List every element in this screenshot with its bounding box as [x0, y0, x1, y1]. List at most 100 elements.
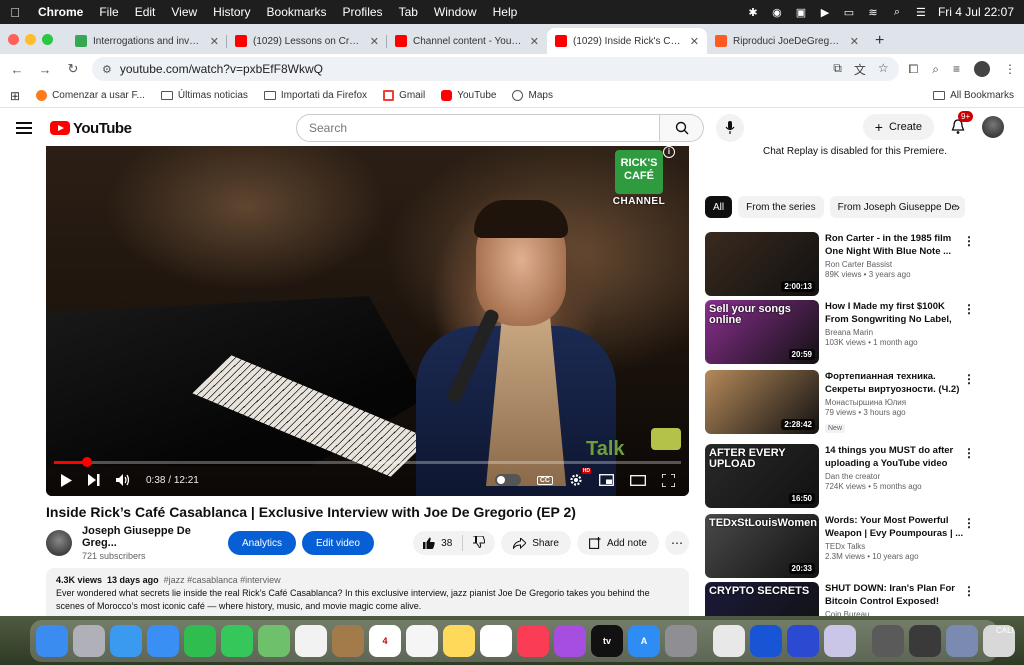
- related-video-channel[interactable]: Breana Marin: [825, 328, 969, 337]
- dock-reminders-icon[interactable]: [406, 625, 438, 657]
- scrubber-handle[interactable]: [81, 457, 92, 467]
- menu-tab[interactable]: Tab: [391, 5, 426, 19]
- tab-close-icon[interactable]: ✕: [210, 35, 219, 48]
- bookmark-item[interactable]: YouTube: [441, 90, 496, 101]
- dock-finder-icon[interactable]: [36, 625, 68, 657]
- bookmark-item[interactable]: Maps: [512, 90, 553, 101]
- dock-music-icon[interactable]: [517, 625, 549, 657]
- more-options-icon[interactable]: ⋮: [963, 302, 975, 316]
- video-player[interactable]: RICK'S CAFÉ CHANNEL i Talk 0:38 / 12:21: [46, 146, 689, 496]
- theater-button[interactable]: [630, 474, 646, 486]
- play-button[interactable]: [60, 473, 72, 487]
- address-url[interactable]: youtube.com/watch?v=pxbEfF8WkwQ: [120, 62, 825, 76]
- dock-window-2-icon[interactable]: [909, 625, 941, 657]
- related-video-title[interactable]: SHUT DOWN: Iran's Plan For Bitcoin Contr…: [825, 582, 969, 608]
- related-video-title[interactable]: Ron Carter - in the 1985 film One Night …: [825, 232, 969, 258]
- create-button[interactable]: + Create: [862, 114, 934, 140]
- browser-tab[interactable]: Interrogations and investigati ✕: [67, 28, 227, 54]
- more-options-icon[interactable]: ⋮: [963, 446, 975, 460]
- related-video-channel[interactable]: Ron Carter Bassist: [825, 260, 969, 269]
- channel-watermark[interactable]: RICK'S CAFÉ CHANNEL: [604, 150, 674, 210]
- media-icon[interactable]: ≡: [953, 62, 960, 76]
- browser-tab[interactable]: Riproduci JoeDeGregorioMus ✕: [707, 28, 867, 54]
- dock-app-store-icon[interactable]: A: [628, 625, 660, 657]
- more-options-icon[interactable]: ⋮: [963, 516, 975, 530]
- edit-video-button[interactable]: Edit video: [302, 531, 374, 555]
- chips-next-icon[interactable]: ›: [956, 200, 960, 214]
- control-center-icon[interactable]: ☰: [914, 5, 928, 19]
- youtube-logo[interactable]: YouTube: [50, 120, 132, 137]
- forward-icon[interactable]: →: [36, 62, 54, 77]
- profile-avatar[interactable]: [974, 61, 990, 77]
- bookmark-folder[interactable]: Últimas noticias: [160, 90, 248, 101]
- menu-file[interactable]: File: [91, 5, 126, 19]
- search-input[interactable]: Search: [296, 114, 660, 142]
- related-video-thumbnail[interactable]: TEDxStLouisWomen 20:33: [705, 514, 819, 578]
- related-video-title[interactable]: Words: Your Most Powerful Weapon | Evy P…: [825, 514, 969, 540]
- browser-tab[interactable]: (1029) Lessons on Creativity ✕: [227, 28, 387, 54]
- dock-mail-icon[interactable]: [147, 625, 179, 657]
- info-icon[interactable]: i: [663, 146, 675, 158]
- dock-calendar-icon[interactable]: 4: [369, 625, 401, 657]
- dislike-button[interactable]: [463, 535, 495, 551]
- play-circle-icon[interactable]: ▶: [818, 5, 832, 19]
- related-video-item[interactable]: TEDxStLouisWomen 20:33 Words: Your Most Po…: [705, 514, 1005, 578]
- translate-icon[interactable]: 文: [854, 61, 866, 78]
- channel-avatar[interactable]: [46, 530, 72, 556]
- settings-button[interactable]: HD: [569, 468, 591, 487]
- dock-window-3-icon[interactable]: [946, 625, 978, 657]
- dock-chrome-icon[interactable]: [713, 625, 745, 657]
- more-options-icon[interactable]: ⋮: [963, 372, 975, 386]
- volume-button[interactable]: [116, 474, 130, 486]
- dock-notes-icon[interactable]: [443, 625, 475, 657]
- dock-notes-brown-icon[interactable]: [332, 625, 364, 657]
- dock-app-blue-icon[interactable]: [750, 625, 782, 657]
- related-video-channel[interactable]: Dan the creator: [825, 472, 969, 481]
- bookmark-item[interactable]: Gmail: [383, 90, 425, 101]
- related-video-channel[interactable]: Монастыршина Юлия: [825, 398, 969, 407]
- guide-menu-icon[interactable]: [16, 122, 32, 134]
- menu-view[interactable]: View: [163, 5, 205, 19]
- record-icon[interactable]: ◉: [770, 5, 784, 19]
- dock-headphones-app-icon[interactable]: [787, 625, 819, 657]
- apps-grid-icon[interactable]: ⊞: [10, 89, 20, 103]
- new-tab-button[interactable]: +: [867, 28, 892, 54]
- related-video-thumbnail[interactable]: 2:00:13: [705, 232, 819, 296]
- chip-all[interactable]: All: [705, 196, 733, 218]
- display-icon[interactable]: ▣: [794, 5, 808, 19]
- spotlight-icon[interactable]: ⌕: [890, 5, 904, 19]
- minimize-window-button[interactable]: [25, 33, 36, 45]
- search-button[interactable]: [660, 114, 704, 142]
- related-video-item[interactable]: AFTER EVERY UPLOAD 16:50 14 things you MUS…: [705, 444, 1005, 508]
- tab-close-icon[interactable]: ✕: [370, 35, 379, 48]
- related-video-title[interactable]: 14 things you MUST do after uploading a …: [825, 444, 969, 470]
- address-bar[interactable]: ⚙ youtube.com/watch?v=pxbEfF8WkwQ ⧉ 文 ☆: [92, 57, 899, 81]
- menu-app-name[interactable]: Chrome: [30, 5, 91, 19]
- hashtags[interactable]: #jazz #casablanca #interview: [164, 575, 281, 585]
- add-note-button[interactable]: Add note: [576, 531, 659, 555]
- tab-search-icon[interactable]: ⌕: [932, 62, 939, 77]
- captions-button[interactable]: CC: [536, 475, 553, 485]
- voice-search-button[interactable]: [716, 114, 744, 142]
- dock-messages-icon[interactable]: [221, 625, 253, 657]
- site-info-icon[interactable]: ⚙: [102, 63, 112, 76]
- zoom-window-button[interactable]: [42, 33, 53, 45]
- related-video-item[interactable]: Sell your songs online 20:59 How I Made my…: [705, 300, 1005, 364]
- more-actions-button[interactable]: ⋯: [665, 531, 689, 555]
- back-icon[interactable]: ←: [8, 62, 26, 77]
- extensions-icon[interactable]: ⧠: [909, 62, 919, 77]
- related-video-item[interactable]: 2:28:42 Фортепианная техника. Секреты вир…: [705, 370, 1005, 434]
- wifi-icon[interactable]: ≋: [866, 5, 880, 19]
- like-button[interactable]: 38: [413, 535, 464, 551]
- dock-settings-icon[interactable]: [665, 625, 697, 657]
- tab-close-icon[interactable]: ✕: [850, 35, 859, 48]
- miniplayer-button[interactable]: [599, 474, 614, 486]
- progress-bar[interactable]: [54, 457, 681, 467]
- dock-window-1-icon[interactable]: [872, 625, 904, 657]
- bluetooth-icon[interactable]: ✱: [746, 5, 760, 19]
- all-bookmarks[interactable]: All Bookmarks: [933, 90, 1014, 101]
- menu-help[interactable]: Help: [485, 5, 526, 19]
- dock-tv-icon[interactable]: tv: [591, 625, 623, 657]
- analytics-button[interactable]: Analytics: [228, 531, 297, 555]
- tab-close-icon[interactable]: ✕: [530, 35, 539, 48]
